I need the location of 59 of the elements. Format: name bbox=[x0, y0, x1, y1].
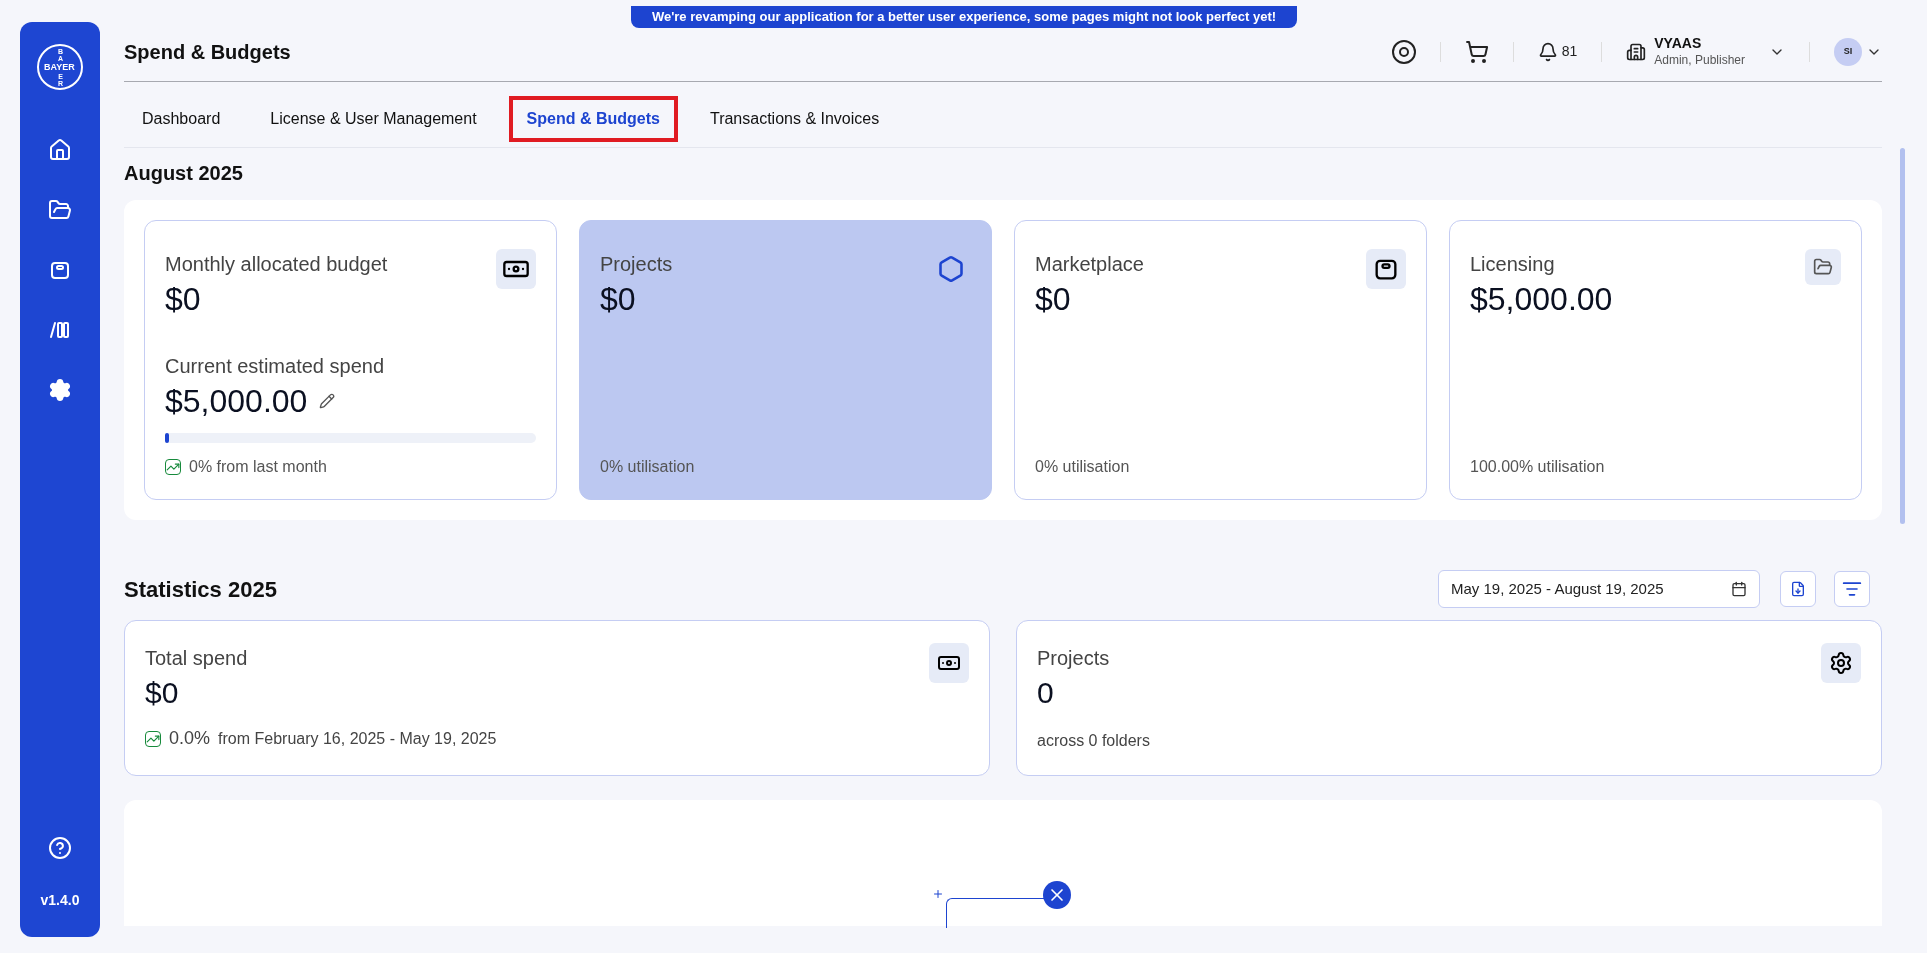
card-label: Marketplace bbox=[1035, 252, 1144, 277]
trend-text: 0% from last month bbox=[189, 457, 327, 477]
building-icon bbox=[1626, 41, 1647, 62]
plus-icon[interactable] bbox=[932, 888, 944, 900]
card-label: Monthly allocated budget bbox=[165, 252, 388, 277]
help-icon[interactable] bbox=[48, 836, 72, 860]
support-icon[interactable] bbox=[1391, 39, 1416, 64]
tab[interactable]: License & User Management bbox=[252, 95, 495, 142]
change-percent: 0.0% bbox=[169, 727, 211, 750]
filter-button[interactable] bbox=[1834, 571, 1870, 607]
section-heading: August 2025 bbox=[124, 161, 244, 186]
bag-icon bbox=[1366, 249, 1406, 289]
utilisation-text: 100.00% utilisation bbox=[1470, 457, 1606, 477]
edit-icon[interactable] bbox=[319, 393, 336, 409]
card-label: Total spend bbox=[145, 646, 248, 671]
filter-icon bbox=[1842, 579, 1862, 599]
card-value: $0 bbox=[165, 280, 202, 319]
folder-icon bbox=[1805, 249, 1841, 285]
section-heading: Statistics 2025 bbox=[124, 575, 277, 604]
utilisation-text: 0% utilisation bbox=[1035, 457, 1131, 477]
notice-banner: We're revamping our application for a better user experience, some pages might not look perfect yet! bbox=[631, 6, 1297, 28]
download-button[interactable] bbox=[1780, 571, 1816, 607]
user-avatar[interactable]: SI bbox=[1834, 37, 1862, 66]
folders-text: across 0 folders bbox=[1037, 731, 1151, 751]
organization-roles: Admin, Publisher bbox=[1654, 52, 1745, 68]
card-value: $0 bbox=[145, 675, 180, 711]
trend-up-icon bbox=[145, 730, 161, 747]
trend-up-icon bbox=[165, 459, 181, 475]
card-label: Projects bbox=[600, 252, 673, 277]
settings-icon bbox=[1821, 643, 1861, 683]
logo-text: BAYER bbox=[44, 62, 75, 72]
period-text: from February 16, 2025 - May 19, 2025 bbox=[218, 728, 497, 749]
notifications-icon[interactable] bbox=[1537, 41, 1558, 62]
card-value: $5,000.00 bbox=[1470, 280, 1613, 319]
home-icon[interactable] bbox=[48, 138, 72, 162]
version-label: v1.4.0 bbox=[40, 891, 80, 910]
card-label: Current estimated spend bbox=[165, 354, 385, 379]
organization-name: VYAAS bbox=[1654, 35, 1703, 53]
page-title: Spend & Budgets bbox=[124, 39, 291, 65]
calendar-icon bbox=[1731, 581, 1747, 597]
card-label: Licensing bbox=[1470, 252, 1556, 277]
card-value: $0 bbox=[1035, 280, 1072, 319]
settings-icon[interactable] bbox=[48, 378, 72, 402]
notification-count: 81 bbox=[1561, 42, 1578, 61]
card-value: $0 bbox=[600, 280, 637, 319]
folder-icon[interactable] bbox=[48, 198, 72, 222]
money-icon bbox=[929, 643, 969, 683]
tab[interactable]: Dashboard bbox=[124, 95, 239, 142]
card-label: Projects bbox=[1037, 646, 1110, 671]
tab[interactable]: Spend & Budgets bbox=[508, 95, 678, 142]
download-icon bbox=[1790, 581, 1806, 597]
money-icon bbox=[496, 249, 536, 289]
tab[interactable]: Transactions & Invoices bbox=[691, 95, 898, 142]
cart-icon[interactable] bbox=[1464, 39, 1489, 64]
date-range-field[interactable]: May 19, 2025 - August 19, 2025 bbox=[1438, 570, 1760, 608]
card-value: $5,000.00 bbox=[165, 382, 308, 421]
utilisation-text: 0% utilisation bbox=[600, 457, 696, 477]
card-value: 0 bbox=[1037, 675, 1055, 711]
close-button[interactable] bbox=[1043, 881, 1071, 909]
